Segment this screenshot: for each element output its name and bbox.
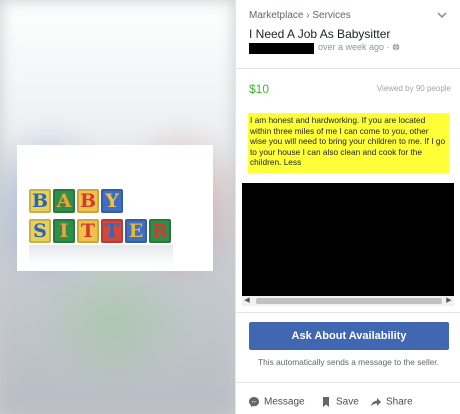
scroll-left-icon[interactable]: ◀ bbox=[242, 296, 252, 306]
description-text: I am honest and hardworking. If you are … bbox=[250, 115, 446, 168]
posted-time-text: over a week ago · bbox=[318, 42, 393, 52]
photo-image: B A B Y S I T T E R bbox=[17, 145, 213, 271]
view-count: Viewed by 90 people bbox=[376, 84, 451, 93]
price: $10 bbox=[249, 82, 270, 96]
redacted-media[interactable] bbox=[242, 183, 454, 296]
ask-note: This automatically sends a message to th… bbox=[258, 357, 439, 367]
block-letter: I bbox=[53, 219, 75, 243]
breadcrumb[interactable]: Marketplace › Services bbox=[249, 10, 351, 21]
share-icon bbox=[370, 396, 382, 408]
messenger-icon bbox=[248, 396, 260, 408]
blocks-reflection bbox=[29, 245, 173, 265]
divider bbox=[236, 382, 460, 383]
message-label: Message bbox=[264, 396, 305, 408]
listing-photo[interactable]: B A B Y S I T T E R bbox=[0, 0, 235, 414]
block-letter: Y bbox=[101, 189, 123, 213]
block-letter: T bbox=[101, 219, 123, 243]
posted-time: over a week ago · bbox=[318, 42, 400, 52]
ask-availability-button[interactable]: Ask About Availability bbox=[249, 322, 449, 350]
globe-icon bbox=[392, 42, 400, 52]
divider bbox=[236, 312, 460, 313]
redacted-seller-name[interactable] bbox=[249, 43, 314, 54]
block-letter: B bbox=[77, 189, 99, 213]
less-link[interactable]: Less bbox=[284, 157, 302, 167]
listing-details-panel: Marketplace › Services I Need A Job As B… bbox=[235, 0, 460, 414]
block-letter: T bbox=[77, 219, 99, 243]
chevron-down-icon[interactable] bbox=[435, 10, 449, 22]
block-letter: A bbox=[53, 189, 75, 213]
block-letter: S bbox=[29, 219, 51, 243]
message-button[interactable]: Message bbox=[248, 396, 305, 410]
horizontal-scrollbar[interactable]: ◀ ▶ bbox=[242, 296, 454, 306]
description: I am honest and hardworking. If you are … bbox=[250, 115, 447, 168]
divider bbox=[236, 68, 460, 69]
scroll-right-icon[interactable]: ▶ bbox=[444, 296, 454, 306]
share-button[interactable]: Share bbox=[370, 396, 413, 410]
save-button[interactable]: Save bbox=[320, 396, 359, 410]
listing-title: I Need A Job As Babysitter bbox=[249, 27, 391, 41]
block-letter: B bbox=[29, 189, 51, 213]
block-letter: E bbox=[125, 219, 147, 243]
description-highlight: I am honest and hardworking. If you are … bbox=[248, 113, 449, 173]
block-letter: R bbox=[149, 219, 171, 243]
save-label: Save bbox=[336, 396, 359, 408]
scrollbar-thumb[interactable] bbox=[256, 298, 442, 304]
share-label: Share bbox=[386, 396, 413, 408]
bookmark-icon bbox=[320, 396, 332, 408]
